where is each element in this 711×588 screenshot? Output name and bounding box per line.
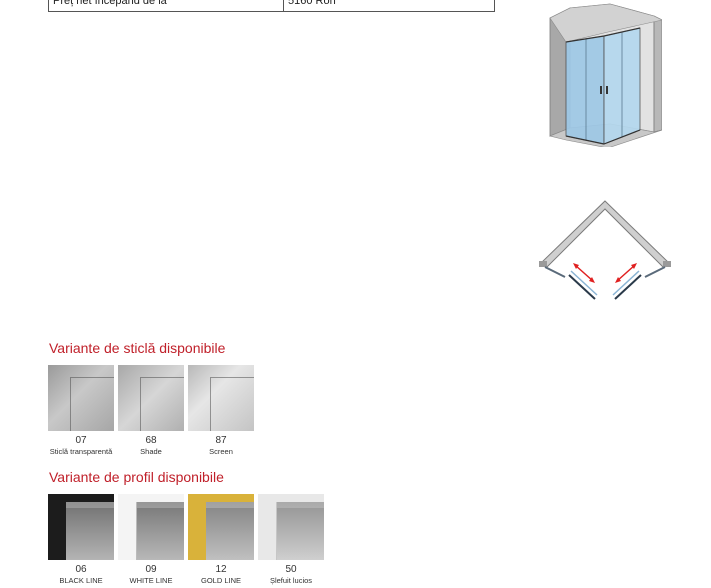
profile-code: 12 <box>215 564 227 575</box>
profile-label: WHITE LINE <box>129 576 173 585</box>
profile-code: 09 <box>145 564 157 575</box>
glass-label: Sticlă transparentă <box>49 447 113 456</box>
price-label: Preț net începând de la <box>49 0 284 11</box>
shower-plan-diagram <box>539 200 671 300</box>
glass-label: Shade <box>140 447 162 456</box>
glass-code: 87 <box>215 435 227 446</box>
shower-cabin-3d-illustration <box>549 3 662 147</box>
profile-swatch-12: 12 GOLD LINE <box>188 494 254 586</box>
profile-swatch-image <box>118 494 184 560</box>
profile-swatch-50: 50 Șlefuit lucios <box>258 494 324 586</box>
glass-swatch-87: 87 Screen <box>188 365 254 457</box>
profile-swatch-06: 06 BLACK LINE <box>48 494 114 586</box>
price-table: Preț net începând de la 5160 Ron <box>48 0 495 12</box>
profile-swatch-image <box>48 494 114 560</box>
glass-swatch-image <box>48 365 114 431</box>
glass-label: Screen <box>209 447 233 456</box>
profile-code: 06 <box>75 564 87 575</box>
profile-code: 50 <box>285 564 297 575</box>
profile-swatches: 06 BLACK LINE 09 WHITE LINE 12 GOLD LINE… <box>48 494 328 586</box>
profile-label: Șlefuit lucios <box>269 576 313 585</box>
profile-swatch-09: 09 WHITE LINE <box>118 494 184 586</box>
glass-code: 68 <box>145 435 157 446</box>
glass-swatch-image <box>188 365 254 431</box>
profile-swatch-image <box>188 494 254 560</box>
glass-swatches: 07 Sticlă transparentă 68 Shade 87 Scree… <box>48 365 258 457</box>
glass-variants-title: Variante de sticlă disponibile <box>49 340 226 356</box>
glass-code: 07 <box>75 435 87 446</box>
profile-label: GOLD LINE <box>200 576 241 585</box>
price-value: 5160 Ron <box>288 0 336 7</box>
profile-swatch-image <box>258 494 324 560</box>
glass-swatch-68: 68 Shade <box>118 365 184 457</box>
glass-swatch-07: 07 Sticlă transparentă <box>48 365 114 457</box>
profile-variants-title: Variante de profil disponibile <box>49 469 224 485</box>
glass-swatch-image <box>118 365 184 431</box>
profile-label: BLACK LINE <box>59 576 103 585</box>
